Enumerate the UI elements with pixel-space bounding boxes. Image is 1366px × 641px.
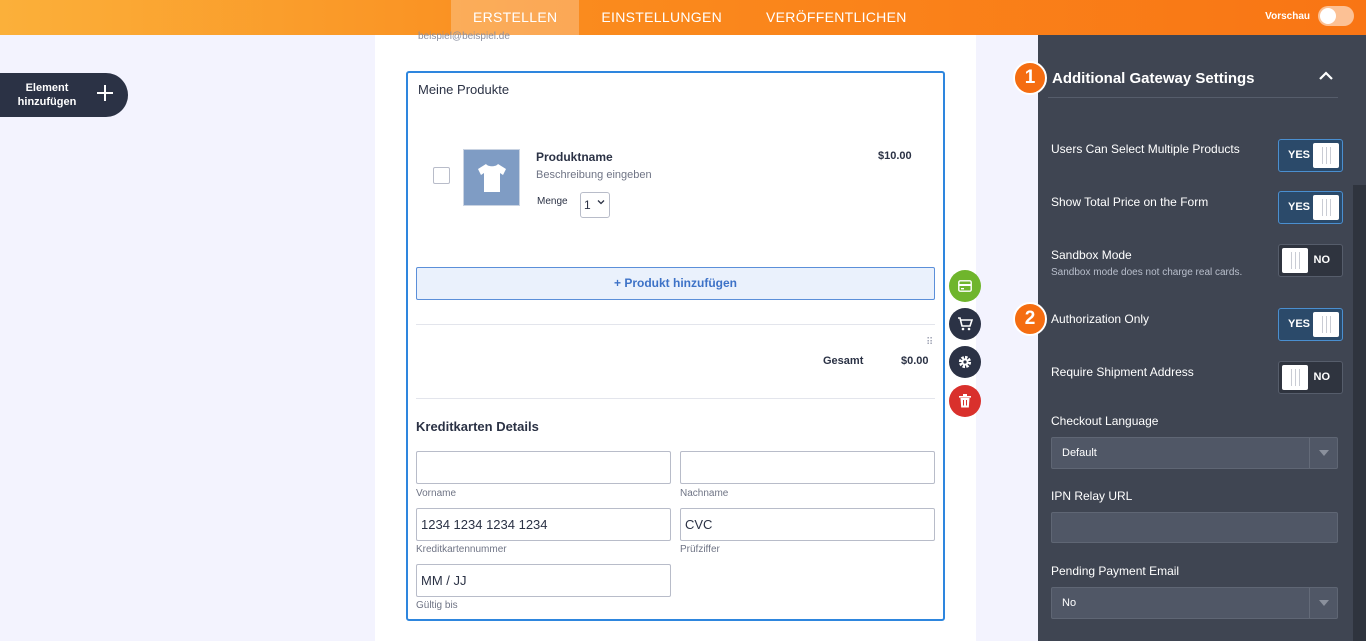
tab-einstellungen[interactable]: EINSTELLUNGEN [579, 0, 744, 35]
chevron-up-icon[interactable] [1318, 68, 1334, 89]
card-number-label: Kreditkartennummer [416, 544, 507, 555]
expiry-label: Gültig bis [416, 600, 458, 611]
payment-settings-button[interactable] [949, 270, 981, 302]
checkout-language-value: Default [1062, 447, 1097, 459]
toggle-handle [1313, 312, 1339, 337]
divider [416, 398, 935, 399]
cart-button[interactable] [949, 308, 981, 340]
panel-title: Additional Gateway Settings [1052, 70, 1255, 87]
dropdown-arrow-icon [1309, 588, 1337, 618]
add-element-label-line2: hinzufügen [17, 96, 77, 108]
tab-veroeffentlichen[interactable]: VERÖFFENTLICHEN [744, 0, 929, 35]
shipment-toggle[interactable]: NO [1278, 361, 1343, 394]
main-tabs: ERSTELLEN EINSTELLUNGEN VERÖFFENTLICHEN [451, 0, 929, 35]
pending-email-label: Pending Payment Email [1051, 564, 1180, 578]
checkout-language-select[interactable]: Default [1051, 437, 1338, 469]
delete-button[interactable] [949, 385, 981, 417]
setting-multiple-products-label: Users Can Select Multiple Products [1051, 142, 1240, 156]
setting-auth-only-label: Authorization Only [1051, 312, 1150, 326]
dropdown-arrow-icon [1309, 438, 1337, 468]
quantity-select[interactable]: 1 [580, 192, 610, 218]
product-description: Beschreibung eingeben [536, 169, 652, 181]
email-hint: beispiel@beispiel.de [418, 31, 510, 42]
add-product-button[interactable]: + Produkt hinzufügen [416, 267, 935, 300]
checkout-language-label: Checkout Language [1051, 414, 1159, 428]
toggle-value: YES [1288, 201, 1311, 213]
first-name-label: Vorname [416, 488, 457, 499]
toggle-value: NO [1313, 254, 1331, 266]
quantity-label: Menge [537, 196, 568, 207]
widget-title: Meine Produkte [418, 82, 510, 97]
credit-card-icon [958, 280, 972, 292]
setting-shipment-label: Require Shipment Address [1051, 365, 1194, 379]
preview-toggle[interactable] [1318, 6, 1354, 26]
last-name-label: Nachname [680, 488, 729, 499]
product-image [463, 149, 520, 206]
total-value: $0.00 [901, 355, 929, 367]
panel-divider [1048, 97, 1338, 98]
preview-control: Vorschau [1265, 6, 1354, 26]
product-checkbox[interactable] [433, 167, 450, 184]
multiple-products-toggle[interactable]: YES [1278, 139, 1343, 172]
preview-label: Vorschau [1265, 10, 1310, 22]
setting-sandbox-label: Sandbox Mode [1051, 248, 1132, 262]
trash-icon [959, 394, 971, 408]
panel-scrollbar[interactable] [1353, 185, 1366, 641]
toggle-handle [1282, 248, 1308, 273]
auth-only-toggle[interactable]: YES [1278, 308, 1343, 341]
last-name-input[interactable] [680, 451, 935, 484]
toggle-value: NO [1313, 371, 1331, 383]
drag-handle-icon[interactable]: ⠿ [926, 338, 934, 348]
toggle-handle [1282, 365, 1308, 390]
toggle-value: YES [1288, 149, 1311, 161]
toggle-value: YES [1288, 318, 1311, 330]
toggle-handle [1313, 195, 1339, 220]
card-number-input[interactable]: 1234 1234 1234 1234 [416, 508, 671, 541]
tshirt-icon [477, 163, 506, 192]
total-label: Gesamt [823, 355, 864, 367]
divider [416, 324, 935, 325]
credit-card-title: Kreditkarten Details [416, 419, 539, 434]
settings-button[interactable] [949, 346, 981, 378]
pending-email-value: No [1062, 597, 1077, 609]
sandbox-toggle[interactable]: NO [1278, 244, 1343, 277]
cvc-input[interactable]: CVC [680, 508, 935, 541]
pending-email-select[interactable]: No [1051, 587, 1338, 619]
step-badge-2: 2 [1013, 302, 1047, 336]
expiry-input[interactable]: MM / JJ [416, 564, 671, 597]
add-element-button[interactable]: Element hinzufügen [0, 73, 128, 117]
cart-icon [958, 317, 973, 331]
tab-erstellen[interactable]: ERSTELLEN [451, 0, 580, 35]
ipn-relay-input[interactable] [1051, 512, 1338, 543]
chevron-down-icon [597, 198, 605, 208]
step-badge-1: 1 [1013, 61, 1047, 95]
add-element-label: Element hinzufügen [0, 81, 94, 109]
ipn-relay-label: IPN Relay URL [1051, 489, 1133, 503]
top-bar: ERSTELLEN EINSTELLUNGEN VERÖFFENTLICHEN … [0, 0, 1366, 35]
plus-icon [96, 81, 114, 109]
quantity-value: 1 [584, 198, 591, 212]
gear-icon [958, 355, 972, 369]
product-name: Produktname [536, 150, 613, 164]
setting-total-price-label: Show Total Price on the Form [1051, 195, 1209, 209]
add-element-label-line1: Element [25, 82, 69, 94]
product-price: $10.00 [878, 150, 912, 162]
first-name-input[interactable] [416, 451, 671, 484]
toggle-handle [1313, 143, 1339, 168]
cvc-label: Prüfziffer [680, 544, 720, 555]
total-price-toggle[interactable]: YES [1278, 191, 1343, 224]
setting-sandbox-desc: Sandbox mode does not charge real cards. [1051, 267, 1243, 278]
preview-toggle-knob [1320, 8, 1336, 24]
